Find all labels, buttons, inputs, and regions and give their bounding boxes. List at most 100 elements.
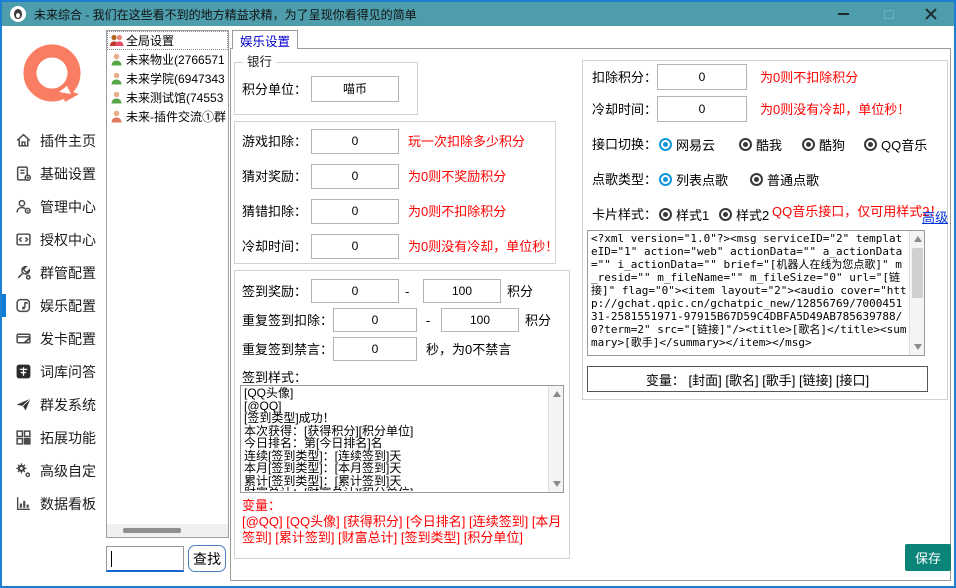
api-switch-label: 接口切换： — [592, 132, 657, 157]
radio-icon — [659, 208, 672, 221]
song-cooldown-hint: 为0则没有冷却，单位秒！ — [760, 97, 910, 122]
card-icon — [15, 330, 32, 347]
sidebar-item-label: 插件主页 — [40, 131, 96, 151]
game-deduct-label: 游戏扣除： — [242, 129, 307, 154]
doc-gear-icon — [15, 165, 32, 182]
sidebar-item-plugin-home[interactable]: 插件主页 — [2, 124, 103, 157]
close-button[interactable] — [914, 2, 948, 26]
account-list-panel: 全局设置 未来物业(2766571 未来学院(6947343 未来测试馆(745… — [106, 30, 229, 538]
advanced-link[interactable]: 高级 — [922, 207, 948, 226]
repeat-deduct-max-input[interactable]: 100 — [441, 308, 519, 332]
dictionary-icon — [15, 363, 32, 380]
list-item-account[interactable]: 未来-插件交流①群 — [107, 107, 228, 126]
save-button[interactable]: 保存 — [905, 544, 951, 571]
game-deduct-hint: 玩一次扣除多少积分 — [408, 129, 525, 154]
sign-reward-max-input[interactable]: 100 — [423, 279, 501, 303]
scrollbar-thumb[interactable] — [912, 248, 923, 298]
range-dash: - — [405, 279, 409, 304]
minimize-button[interactable] — [826, 2, 860, 26]
sidebar-item-mass-send[interactable]: 群发系统 — [2, 388, 103, 421]
global-users-icon — [109, 33, 124, 48]
guess-right-input[interactable]: 0 — [311, 164, 399, 189]
radio-icon — [802, 138, 815, 151]
sign-style-textarea[interactable]: [QQ头像] [@QQ] [签到类型]成功！ 本次获得：[获得积分][积分单位]… — [240, 385, 564, 493]
guess-wrong-label: 猜错扣除： — [242, 199, 307, 224]
gears-icon — [15, 462, 32, 479]
sidebar-item-label: 词库问答 — [40, 362, 96, 382]
radio-icon — [739, 138, 752, 151]
tab-entertainment-settings[interactable]: 娱乐设置 — [232, 30, 298, 49]
search-input[interactable] — [106, 546, 184, 572]
member-icon — [109, 109, 124, 124]
list-item-account[interactable]: 未来学院(6947343 — [107, 69, 228, 88]
app-window: 未来综合 - 我们在这些看不到的地方精益求精，为了呈现你看得见的简单 插件主页 … — [0, 0, 956, 588]
list-item-account[interactable]: 未来测试馆(74553 — [107, 88, 228, 107]
bank-legend: 银行 — [243, 55, 276, 69]
card-style-label: 卡片样式： — [592, 202, 657, 227]
sidebar: 插件主页 基础设置 管理中心 授权中心 群管配置 娱乐配置 发卡配置 词库问答 … — [2, 26, 103, 586]
song-deduct-input[interactable]: 0 — [657, 64, 747, 90]
sign-vars-list: [@QQ] [QQ头像] [获得积分] [今日排名] [连续签到] [本月签到]… — [242, 514, 561, 545]
sidebar-item-entertainment-config[interactable]: 娱乐配置 — [2, 289, 103, 322]
guess-wrong-input[interactable]: 0 — [311, 199, 399, 224]
close-icon — [925, 8, 937, 20]
scroll-up-icon[interactable] — [553, 391, 561, 397]
sign-vars-label: 变量： — [242, 498, 281, 513]
guess-wrong-hint: 为0则不扣除积分 — [408, 199, 506, 224]
sidebar-item-advanced-custom[interactable]: 高级自定 — [2, 454, 103, 487]
vertical-scrollbar[interactable] — [909, 231, 924, 355]
list-item-account[interactable]: 未来物业(2766571 — [107, 50, 228, 69]
sidebar-item-data-dashboard[interactable]: 数据看板 — [2, 487, 103, 520]
sidebar-item-label: 管理中心 — [40, 197, 96, 217]
search-button[interactable]: 查找 — [188, 545, 226, 572]
scrollbar-thumb[interactable] — [123, 528, 181, 533]
radio-netease[interactable]: 网易云 — [659, 134, 715, 154]
maximize-button[interactable] — [872, 2, 906, 26]
sidebar-item-label: 高级自定 — [40, 461, 96, 481]
radio-kuwo[interactable]: 酷我 — [739, 134, 782, 154]
card-xml-text: <?xml version="1.0"?><msg serviceID="2" … — [591, 232, 908, 354]
sidebar-item-auth-center[interactable]: 授权中心 — [2, 223, 103, 256]
radio-style1[interactable]: 样式1 — [659, 204, 709, 224]
sidebar-item-extensions[interactable]: 拓展功能 — [2, 421, 103, 454]
unit-input[interactable]: 喵币 — [311, 76, 399, 102]
radio-list-song[interactable]: 列表点歌 — [659, 169, 728, 189]
sidebar-item-manage-center[interactable]: 管理中心 — [2, 190, 103, 223]
song-cooldown-input[interactable]: 0 — [657, 96, 747, 122]
sidebar-item-group-config[interactable]: 群管配置 — [2, 256, 103, 289]
sidebar-item-basic-settings[interactable]: 基础设置 — [2, 157, 103, 190]
radio-normal-song[interactable]: 普通点歌 — [750, 169, 819, 189]
game-deduct-input[interactable]: 0 — [311, 129, 399, 154]
member-icon — [109, 90, 124, 105]
song-cooldown-label: 冷却时间： — [592, 97, 657, 122]
song-variables-button[interactable]: 变量： [封面] [歌名] [歌手] [链接] [接口] — [587, 366, 928, 392]
radio-kugou[interactable]: 酷狗 — [802, 134, 845, 154]
horizontal-scrollbar[interactable] — [107, 524, 228, 537]
sidebar-item-label: 基础设置 — [40, 164, 96, 184]
text-caret — [111, 551, 112, 567]
sign-reward-min-input[interactable]: 0 — [311, 279, 399, 303]
unit-label: 积分单位： — [242, 77, 307, 102]
radio-style2[interactable]: 样式2 — [719, 204, 769, 224]
sidebar-item-label: 群管配置 — [40, 263, 96, 283]
vertical-scrollbar[interactable] — [548, 386, 563, 492]
sidebar-item-thesaurus-qa[interactable]: 词库问答 — [2, 355, 103, 388]
card-xml-textarea[interactable]: <?xml version="1.0"?><msg serviceID="2" … — [587, 230, 925, 356]
repeat-deduct-min-input[interactable]: 0 — [333, 308, 417, 332]
sign-reward-unit: 积分 — [507, 279, 533, 304]
list-item-global-settings[interactable]: 全局设置 — [107, 31, 228, 50]
scroll-down-icon[interactable] — [914, 344, 922, 350]
sidebar-item-label: 发卡配置 — [40, 329, 96, 349]
guess-right-label: 猜对奖励： — [242, 164, 307, 189]
member-icon — [109, 52, 124, 67]
scroll-down-icon[interactable] — [553, 481, 561, 487]
repeat-mute-input[interactable]: 0 — [333, 337, 417, 361]
game-cooldown-input[interactable]: 0 — [311, 234, 399, 259]
sidebar-item-card-config[interactable]: 发卡配置 — [2, 322, 103, 355]
scroll-up-icon[interactable] — [914, 236, 922, 242]
radio-qqmusic[interactable]: QQ音乐 — [864, 134, 927, 154]
repeat-mute-label: 重复签到禁言： — [242, 337, 333, 362]
maximize-icon — [884, 10, 894, 19]
list-item-label: 未来-插件交流①群 — [126, 108, 226, 125]
list-item-label: 未来测试馆(74553 — [126, 89, 223, 106]
